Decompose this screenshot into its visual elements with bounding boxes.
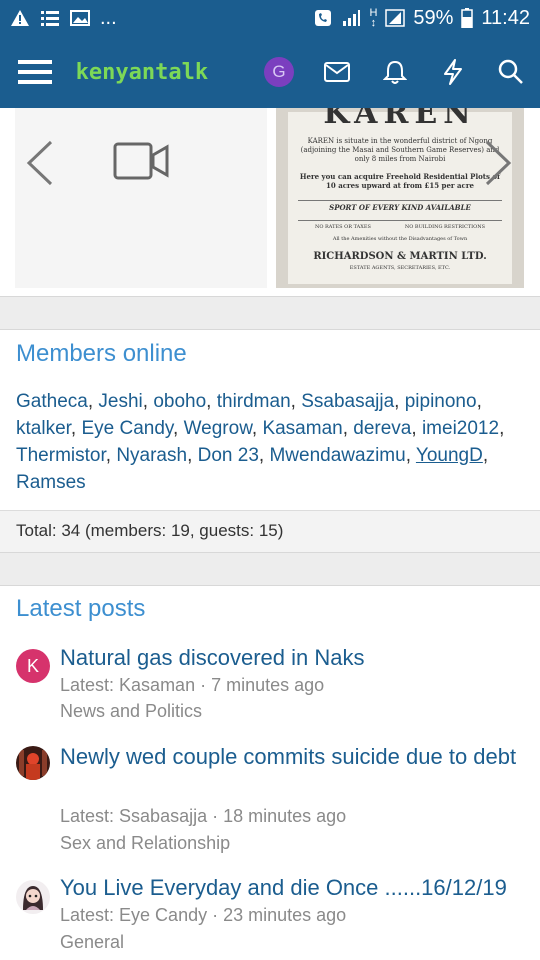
ad-body: KAREN is situate in the wonderful distri… bbox=[300, 137, 500, 163]
site-logo[interactable]: kenyantalk bbox=[76, 60, 240, 85]
post-meta[interactable]: Latest: Ssabasajja · 18 minutes ago bbox=[60, 806, 346, 827]
whats-new-button[interactable] bbox=[424, 36, 482, 108]
app-header: kenyantalk G bbox=[0, 36, 540, 108]
members-total: Total: 34 (members: 19, guests: 15) bbox=[0, 510, 540, 552]
avatar[interactable]: K bbox=[16, 649, 50, 683]
ad-title: KAREN bbox=[323, 108, 477, 131]
section-divider bbox=[0, 552, 540, 586]
member-link[interactable]: Don 23 bbox=[198, 445, 259, 466]
network-type: H ↕ bbox=[369, 7, 378, 29]
user-photo-icon bbox=[16, 880, 50, 914]
post-forum-link[interactable]: Sex and Relationship bbox=[60, 833, 230, 854]
avatar[interactable] bbox=[16, 880, 50, 914]
post-forum-link[interactable]: General bbox=[60, 932, 124, 953]
bell-icon bbox=[383, 60, 407, 84]
list-item: Newly wed couple commits suicide due to … bbox=[0, 740, 540, 860]
menu-button[interactable] bbox=[0, 36, 70, 108]
post-title-link[interactable]: You Live Everyday and die Once ......16/… bbox=[60, 872, 525, 904]
inbox-button[interactable] bbox=[308, 36, 366, 108]
member-link[interactable]: YoungD bbox=[416, 445, 483, 466]
signal-2-icon bbox=[385, 9, 406, 27]
carousel-next-button[interactable] bbox=[480, 138, 516, 188]
post-title-link[interactable]: Newly wed couple commits suicide due to … bbox=[60, 741, 525, 773]
member-link[interactable]: Eye Candy bbox=[81, 418, 173, 439]
search-icon bbox=[498, 59, 523, 84]
member-link[interactable]: Wegrow bbox=[184, 418, 252, 439]
ad-sport: SPORT OF EVERY KIND AVAILABLE bbox=[298, 200, 502, 212]
member-link[interactable]: thirdman bbox=[217, 391, 291, 412]
member-link[interactable]: imei2012 bbox=[422, 418, 499, 439]
image-icon bbox=[70, 10, 90, 26]
clock: 11:42 bbox=[481, 6, 530, 29]
member-link[interactable]: oboho bbox=[153, 391, 206, 412]
member-link[interactable]: dereva bbox=[353, 418, 411, 439]
warning-icon bbox=[11, 10, 29, 26]
ad-amenities: All the Amenities without the Disadvanta… bbox=[332, 236, 468, 242]
mail-icon bbox=[324, 62, 350, 82]
member-link[interactable]: ktalker bbox=[16, 418, 71, 439]
user-avatar: G bbox=[264, 57, 294, 87]
phone-alert-icon bbox=[315, 10, 332, 26]
list-item: K Natural gas discovered in Naks Latest:… bbox=[0, 640, 540, 730]
ad-no-rates: NO RATES OR TAXES bbox=[314, 224, 371, 230]
ad-image[interactable]: KAREN KAREN is situate in the wonderful … bbox=[276, 108, 524, 288]
member-link[interactable]: Jeshi bbox=[98, 391, 142, 412]
lightning-icon bbox=[444, 59, 462, 85]
post-title-link[interactable]: Natural gas discovered in Naks bbox=[60, 642, 525, 674]
menu-icon bbox=[17, 60, 52, 84]
avatar[interactable] bbox=[16, 746, 50, 780]
member-link[interactable]: Nyarash bbox=[116, 445, 187, 466]
ad-firm-sub: ESTATE AGENTS, SECRETARIES, ETC. bbox=[349, 265, 451, 271]
ad-firm: RICHARDSON & MARTIN LTD. bbox=[313, 251, 487, 262]
member-link[interactable]: Gatheca bbox=[16, 391, 88, 412]
section-divider bbox=[0, 296, 540, 330]
carousel-prev-button[interactable] bbox=[22, 138, 58, 188]
member-link[interactable]: Ssabasajja bbox=[301, 391, 394, 412]
member-link[interactable]: pipinono bbox=[405, 391, 477, 412]
battery-icon bbox=[461, 8, 474, 28]
chevron-left-icon bbox=[26, 140, 53, 186]
status-bar: ... H ↕ 59% 11:42 bbox=[0, 0, 540, 36]
chevron-right-icon bbox=[485, 140, 512, 186]
user-photo-icon bbox=[16, 746, 50, 780]
members-online-list: Gatheca, Jeshi, oboho, thirdman, Ssabasa… bbox=[16, 391, 505, 493]
more-notifications: ... bbox=[100, 6, 117, 29]
list-icon bbox=[41, 11, 59, 26]
ad-offer: Here you can acquire Freehold Residentia… bbox=[299, 172, 501, 190]
account-button[interactable]: G bbox=[250, 36, 308, 108]
video-camera-icon bbox=[113, 142, 169, 180]
video-thumbnail[interactable] bbox=[15, 108, 267, 288]
battery-percent: 59% bbox=[413, 6, 454, 29]
members-online-heading[interactable]: Members online bbox=[16, 340, 187, 368]
post-meta[interactable]: Latest: Kasaman · 7 minutes ago bbox=[60, 675, 324, 696]
signal-icon bbox=[343, 10, 361, 26]
member-link[interactable]: Thermistor bbox=[16, 445, 106, 466]
ad-no-restrictions: NO BUILDING RESTRICTIONS bbox=[404, 224, 485, 230]
member-link[interactable]: Kasaman bbox=[262, 418, 342, 439]
list-item: You Live Everyday and die Once ......16/… bbox=[0, 872, 540, 960]
post-forum-link[interactable]: News and Politics bbox=[60, 701, 202, 722]
post-meta[interactable]: Latest: Eye Candy · 23 minutes ago bbox=[60, 905, 346, 926]
search-button[interactable] bbox=[482, 36, 540, 108]
latest-posts-heading[interactable]: Latest posts bbox=[16, 595, 145, 623]
alerts-button[interactable] bbox=[366, 36, 424, 108]
member-link[interactable]: Ramses bbox=[16, 472, 86, 493]
media-carousel: KAREN KAREN is situate in the wonderful … bbox=[0, 108, 540, 296]
member-link[interactable]: Mwendawazimu bbox=[269, 445, 405, 466]
